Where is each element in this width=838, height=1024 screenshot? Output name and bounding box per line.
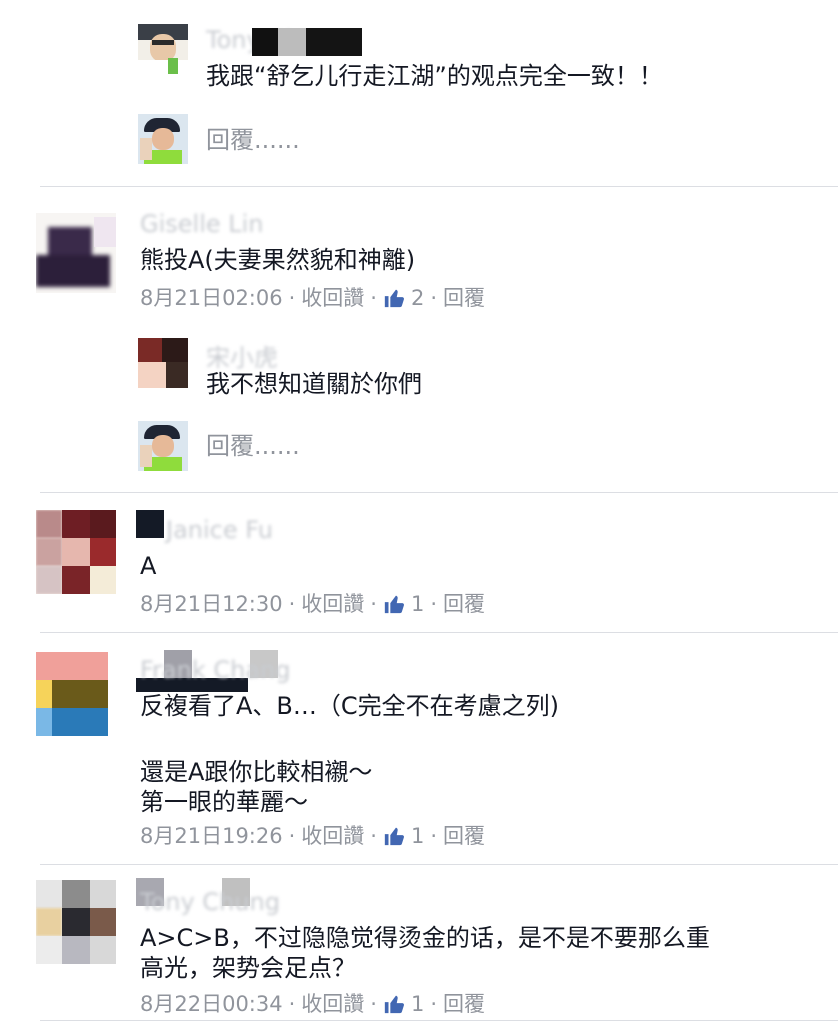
like-count[interactable]: 2: [411, 284, 424, 312]
divider: [40, 632, 838, 633]
comment-text: 我不想知道關於你們: [206, 370, 422, 398]
separator: ·: [430, 824, 438, 848]
commenter-name[interactable]: Tony Chung: [140, 888, 280, 916]
comment-text-line3: 第一眼的華麗～: [140, 788, 308, 816]
thumbs-up-icon[interactable]: [383, 825, 405, 847]
my-avatar: [138, 114, 188, 164]
commenter-name[interactable]: Frank Chang: [140, 656, 291, 684]
comment-text: A: [140, 552, 157, 580]
avatar[interactable]: [36, 213, 116, 293]
separator: ·: [288, 592, 296, 616]
like-count[interactable]: 1: [411, 590, 424, 618]
avatar[interactable]: [36, 510, 116, 594]
commenter-name[interactable]: Giselle Lin: [140, 210, 264, 238]
avatar[interactable]: [138, 24, 188, 74]
censor-block: [278, 28, 306, 56]
censor-block: [136, 510, 164, 538]
thumbs-up-icon[interactable]: [383, 593, 405, 615]
comment-meta: 8月21日02:06 · 收回讚 · 2 · 回覆: [140, 284, 485, 312]
separator: ·: [288, 992, 296, 1016]
comment-meta: 8月21日12:30 · 收回讚 · 1 · 回覆: [140, 590, 485, 618]
separator: ·: [430, 992, 438, 1016]
comment-meta: 8月22日00:34 · 收回讚 · 1 · 回覆: [140, 990, 485, 1018]
like-count[interactable]: 1: [411, 990, 424, 1018]
separator: ·: [370, 824, 377, 848]
unlike-button[interactable]: 收回讚: [301, 822, 364, 850]
avatar[interactable]: [36, 652, 108, 736]
separator: ·: [430, 592, 438, 616]
avatar[interactable]: [36, 880, 116, 964]
timestamp[interactable]: 8月21日12:30: [140, 590, 283, 618]
timestamp[interactable]: 8月22日00:34: [140, 990, 283, 1018]
separator: ·: [370, 286, 377, 310]
timestamp[interactable]: 8月21日02:06: [140, 284, 283, 312]
comment-text: 我跟“舒乞儿行走江湖”的观点完全一致！！: [206, 62, 663, 90]
separator: ·: [370, 592, 377, 616]
commenter-name[interactable]: Janice Fu: [166, 516, 273, 544]
comment-text: 熊投A(夫妻果然貌和神離): [140, 246, 416, 274]
comment-text-line2: 高光，架势会足点？: [140, 954, 356, 982]
divider: [40, 492, 838, 493]
my-avatar: [138, 421, 188, 471]
divider: [40, 864, 838, 865]
reply-button[interactable]: 回覆: [443, 284, 485, 312]
unlike-button[interactable]: 收回讚: [301, 590, 364, 618]
like-count[interactable]: 1: [411, 822, 424, 850]
thumbs-up-icon[interactable]: [383, 993, 405, 1015]
comment-text-line2: 還是A跟你比較相襯～: [140, 758, 373, 786]
comment-meta: 8月21日19:26 · 收回讚 · 1 · 回覆: [140, 822, 485, 850]
thumbs-up-icon[interactable]: [383, 287, 405, 309]
reply-button[interactable]: 回覆: [443, 990, 485, 1018]
comment-text-line1: A>C>B，不过隐隐觉得烫金的话，是不是不要那么重: [140, 924, 710, 952]
reply-button[interactable]: 回覆: [443, 590, 485, 618]
timestamp[interactable]: 8月21日19:26: [140, 822, 283, 850]
divider: [40, 1020, 838, 1021]
separator: ·: [288, 824, 296, 848]
reply-input[interactable]: 回覆......: [206, 430, 300, 462]
comment-text-line1: 反複看了A、B…（C完全不在考慮之列): [140, 692, 560, 720]
separator: ·: [288, 286, 296, 310]
avatar[interactable]: [138, 338, 188, 388]
reply-input[interactable]: 回覆......: [206, 124, 300, 156]
divider: [40, 186, 838, 187]
unlike-button[interactable]: 收回讚: [301, 284, 364, 312]
separator: ·: [430, 286, 438, 310]
reply-button[interactable]: 回覆: [443, 822, 485, 850]
censor-block: [306, 28, 362, 56]
unlike-button[interactable]: 收回讚: [301, 990, 364, 1018]
separator: ·: [370, 992, 377, 1016]
censor-block: [252, 28, 278, 56]
